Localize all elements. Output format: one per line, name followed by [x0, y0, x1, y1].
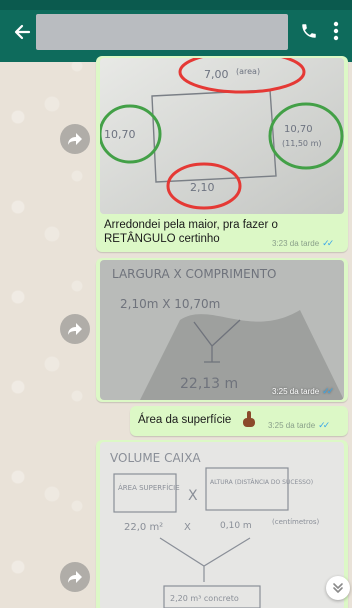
contact-name-redacted[interactable]: [36, 14, 288, 50]
message-bubble-image-caption[interactable]: 7,00 (area) 10,70 10,70 (11,50 m) 2,10 A…: [96, 56, 348, 252]
sketch-text: X: [188, 488, 198, 504]
message-meta: 3:25 da tarde ✓✓: [272, 386, 334, 397]
sketch-text: 2,20 m³ concreto: [170, 594, 239, 603]
handwritten-rectangle-photo[interactable]: 7,00 (area) 10,70 10,70 (11,50 m) 2,10: [100, 58, 344, 214]
forward-button[interactable]: [60, 314, 90, 344]
sketch-text: 2,10: [190, 181, 215, 194]
chat-header: [0, 0, 352, 62]
read-receipt-icon: ✓✓: [318, 420, 330, 430]
arrow-left-icon[interactable]: [12, 22, 32, 42]
sketch-text: (centímetros): [272, 518, 320, 526]
vertical-dots-icon[interactable]: [332, 20, 340, 42]
sketch-text: 10,70: [104, 128, 136, 141]
phone-icon[interactable]: [300, 22, 318, 40]
message-bubble-image[interactable]: VOLUME CAIXA ÁREA SUPERFÍCIE X ALTURA (D…: [96, 440, 348, 608]
message-bubble-image[interactable]: LARGURA X COMPRIMENTO 2,10m X 10,70m 22,…: [96, 258, 348, 402]
caption-line: Arredondei pela maior, pra fazer o: [104, 219, 278, 231]
sketch-text: 0,10 m: [220, 521, 252, 531]
sketch-text: 7,00: [204, 68, 229, 81]
sketch-text: ÁREA SUPERFÍCIE: [118, 483, 180, 492]
double-chevron-down-icon[interactable]: [326, 576, 350, 600]
forward-button[interactable]: [60, 562, 90, 592]
read-receipt-icon: ✓✓: [322, 386, 334, 396]
sketch-text: VOLUME CAIXA: [110, 451, 201, 465]
sketch-text: 22,0 m²: [124, 522, 163, 533]
sketch-text: 10,70: [284, 124, 313, 135]
message-time: 3:23 da tarde: [272, 239, 320, 248]
handwritten-volume-photo[interactable]: VOLUME CAIXA ÁREA SUPERFÍCIE X ALTURA (D…: [100, 442, 344, 608]
sketch-text: ALTURA (DISTÂNCIA DO SUCESSO): [210, 479, 313, 486]
message-time: 3:25 da tarde: [268, 421, 316, 430]
sketch-text: (area): [236, 67, 260, 76]
message-meta: 3:23 da tarde ✓✓: [272, 238, 334, 249]
sketch-text: LARGURA X COMPRIMENTO: [112, 267, 276, 281]
status-bar: [0, 0, 352, 10]
message-bubble-text[interactable]: Área da superfície 3:25 da tarde ✓✓: [130, 406, 348, 436]
sketch-text: 2,10m X 10,70m: [120, 297, 220, 311]
read-receipt-icon: ✓✓: [322, 238, 334, 248]
handwritten-calculation-photo[interactable]: LARGURA X COMPRIMENTO 2,10m X 10,70m 22,…: [100, 260, 344, 400]
sketch-text: (11,50 m): [282, 139, 321, 148]
forward-arrow-icon: [68, 571, 82, 583]
sketch-text: 22,13 m: [180, 376, 238, 392]
message-time: 3:25 da tarde: [272, 387, 320, 396]
message-meta: 3:25 da tarde ✓✓: [268, 420, 330, 431]
message-text: Área da superfície: [138, 414, 232, 426]
forward-button[interactable]: [60, 124, 90, 154]
pointing-finger-emoji: [242, 410, 256, 428]
chat-screen: 7,00 (area) 10,70 10,70 (11,50 m) 2,10 A…: [0, 0, 352, 608]
sketch-text: X: [184, 522, 191, 533]
forward-arrow-icon: [68, 133, 82, 145]
forward-arrow-icon: [68, 323, 82, 335]
